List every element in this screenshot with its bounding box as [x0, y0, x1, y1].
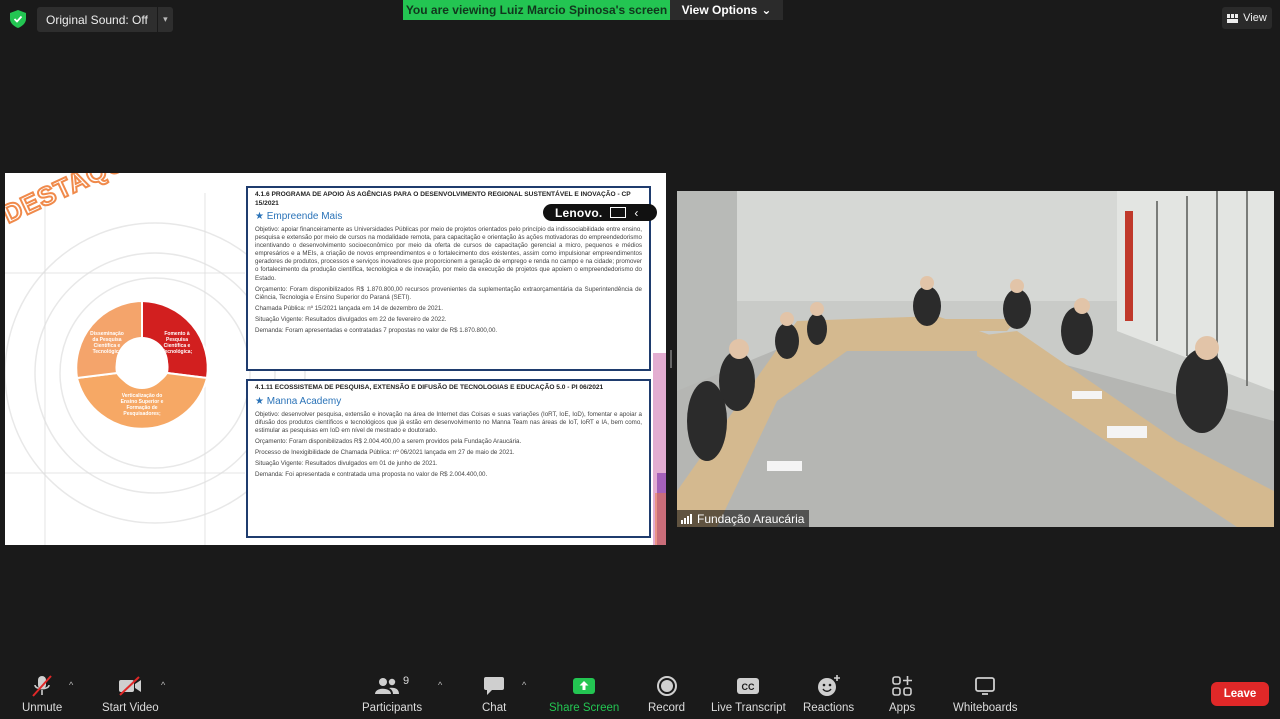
shared-screen-slide: DESTAQUES Disseminação da Pesquisa Cient… — [5, 173, 666, 545]
card-demanda: Demanda: Foi apresentada e contratada um… — [255, 471, 488, 479]
cycle-diagram: Disseminação da Pesquisa Científica e Te… — [75, 299, 209, 430]
participants-label: Participants — [362, 702, 423, 714]
original-sound-toggle[interactable]: Original Sound: Off ▾ — [37, 7, 173, 32]
unmute-label: Unmute — [22, 702, 63, 714]
viewing-screen-banner: You are viewing Luiz Marcio Spinosa's sc… — [403, 0, 670, 20]
svg-text:CC: CC — [742, 682, 755, 692]
card-objetivo: Objetivo: apoiar financeiramente as Univ… — [255, 226, 642, 282]
live-transcript-label: Live Transcript — [711, 702, 786, 714]
card-title: 4.1.11 ECOSSISTEMA DE PESQUISA, EXTENSÃO… — [255, 384, 604, 391]
original-sound-label[interactable]: Original Sound: Off — [37, 7, 157, 32]
chat-bubble-icon — [484, 677, 505, 695]
card-orcamento: Orçamento: Foram disponibilizados R$ 2.0… — [255, 437, 522, 445]
participants-button[interactable]: 9 Participants — [362, 673, 422, 714]
participants-caret-icon[interactable]: ^ — [438, 680, 442, 690]
chat-button[interactable]: Chat — [482, 673, 506, 714]
split-resize-handle[interactable] — [670, 350, 672, 368]
video-camera-off-icon — [119, 676, 142, 696]
reactions-button[interactable]: Reactions — [803, 673, 854, 714]
whiteboards-label: Whiteboards — [953, 702, 1018, 714]
view-label: View — [1243, 12, 1267, 24]
participants-icon — [374, 678, 399, 694]
reactions-label: Reactions — [803, 702, 855, 714]
participant-name-label: Fundação Araucária — [677, 510, 810, 527]
meeting-room-video — [677, 191, 1274, 527]
apps-button[interactable]: Apps — [889, 673, 915, 714]
apps-icon — [892, 676, 913, 696]
chevron-down-icon: ⌄ — [761, 3, 772, 17]
unmute-button[interactable]: Unmute — [22, 673, 62, 714]
leave-meeting-button[interactable]: Leave — [1211, 682, 1269, 706]
whiteboards-button[interactable]: Whiteboards — [953, 673, 1018, 714]
record-button[interactable]: Record — [648, 673, 685, 714]
lenovo-logo: Lenovo. — [555, 205, 603, 220]
grid-icon — [1227, 13, 1239, 23]
view-layout-button[interactable]: View — [1222, 7, 1272, 29]
participant-video-fundacao[interactable] — [677, 191, 1274, 527]
share-screen-button[interactable]: Share Screen — [549, 673, 619, 714]
microphone-muted-icon — [32, 675, 52, 697]
card-orcamento: Orçamento: Foram disponibilizados R$ 1.8… — [255, 285, 642, 301]
svg-text:Pesquisadores;: Pesquisadores; — [123, 411, 161, 417]
participants-count: 9 — [402, 675, 410, 687]
share-screen-icon — [573, 678, 596, 694]
chat-caret-icon[interactable]: ^ — [522, 680, 526, 690]
closed-captions-icon: CC — [737, 678, 760, 694]
card-objetivo: Objetivo: desenvolver pesquisa, extensão… — [255, 410, 642, 434]
zoom-meeting-window: Original Sound: Off ▾ You are viewing Lu… — [0, 0, 1280, 719]
lenovo-overlay-pill[interactable]: Lenovo. ‹ — [543, 204, 657, 221]
chat-label: Chat — [482, 702, 507, 714]
card-demanda: Demanda: Foram apresentadas e contratada… — [255, 327, 498, 335]
view-options-label: View Options — [681, 3, 758, 17]
chevron-down-icon[interactable]: ▾ — [156, 7, 173, 32]
meeting-toolbar: Unmute ^ Start Video ^ 9 Participants ^ … — [0, 663, 1280, 719]
participant-name: Fundação Araucária — [697, 511, 805, 526]
start-video-button[interactable]: Start Video — [102, 673, 159, 714]
screen-icon — [610, 207, 627, 218]
audio-options-caret-icon[interactable]: ^ — [69, 680, 73, 690]
record-label: Record — [648, 702, 686, 714]
svg-text:Tecnológica: Tecnológica — [93, 349, 122, 355]
svg-text:Tecnológica;: Tecnológica; — [162, 349, 193, 355]
signal-strength-icon — [681, 513, 692, 524]
card-processo: Processo de Inexigibilidade de Chamada P… — [255, 448, 515, 456]
card-chamada: Chamada Pública: nº 15/2021 lançada em 1… — [255, 304, 444, 312]
record-icon — [656, 676, 677, 696]
card-subtitle: ★ Manna Academy — [255, 395, 342, 407]
emoji-plus-icon — [817, 675, 840, 696]
video-options-caret-icon[interactable]: ^ — [161, 680, 165, 690]
live-transcript-button[interactable]: CC Live Transcript — [711, 673, 786, 714]
card-situacao: Situação Vigente: Resultados divulgados … — [255, 315, 447, 323]
card-situacao: Situação Vigente: Resultados divulgados … — [255, 459, 438, 467]
security-shield-icon[interactable] — [10, 10, 26, 28]
view-options-button[interactable]: View Options ⌄ — [670, 0, 783, 20]
program-card-manna-academy: 4.1.11 ECOSSISTEMA DE PESQUISA, EXTENSÃO… — [246, 379, 651, 538]
whiteboard-icon — [975, 677, 996, 695]
apps-label: Apps — [889, 702, 916, 714]
share-screen-label: Share Screen — [549, 702, 620, 714]
chevron-left-icon[interactable]: ‹ — [634, 206, 638, 220]
start-video-label: Start Video — [102, 702, 159, 714]
